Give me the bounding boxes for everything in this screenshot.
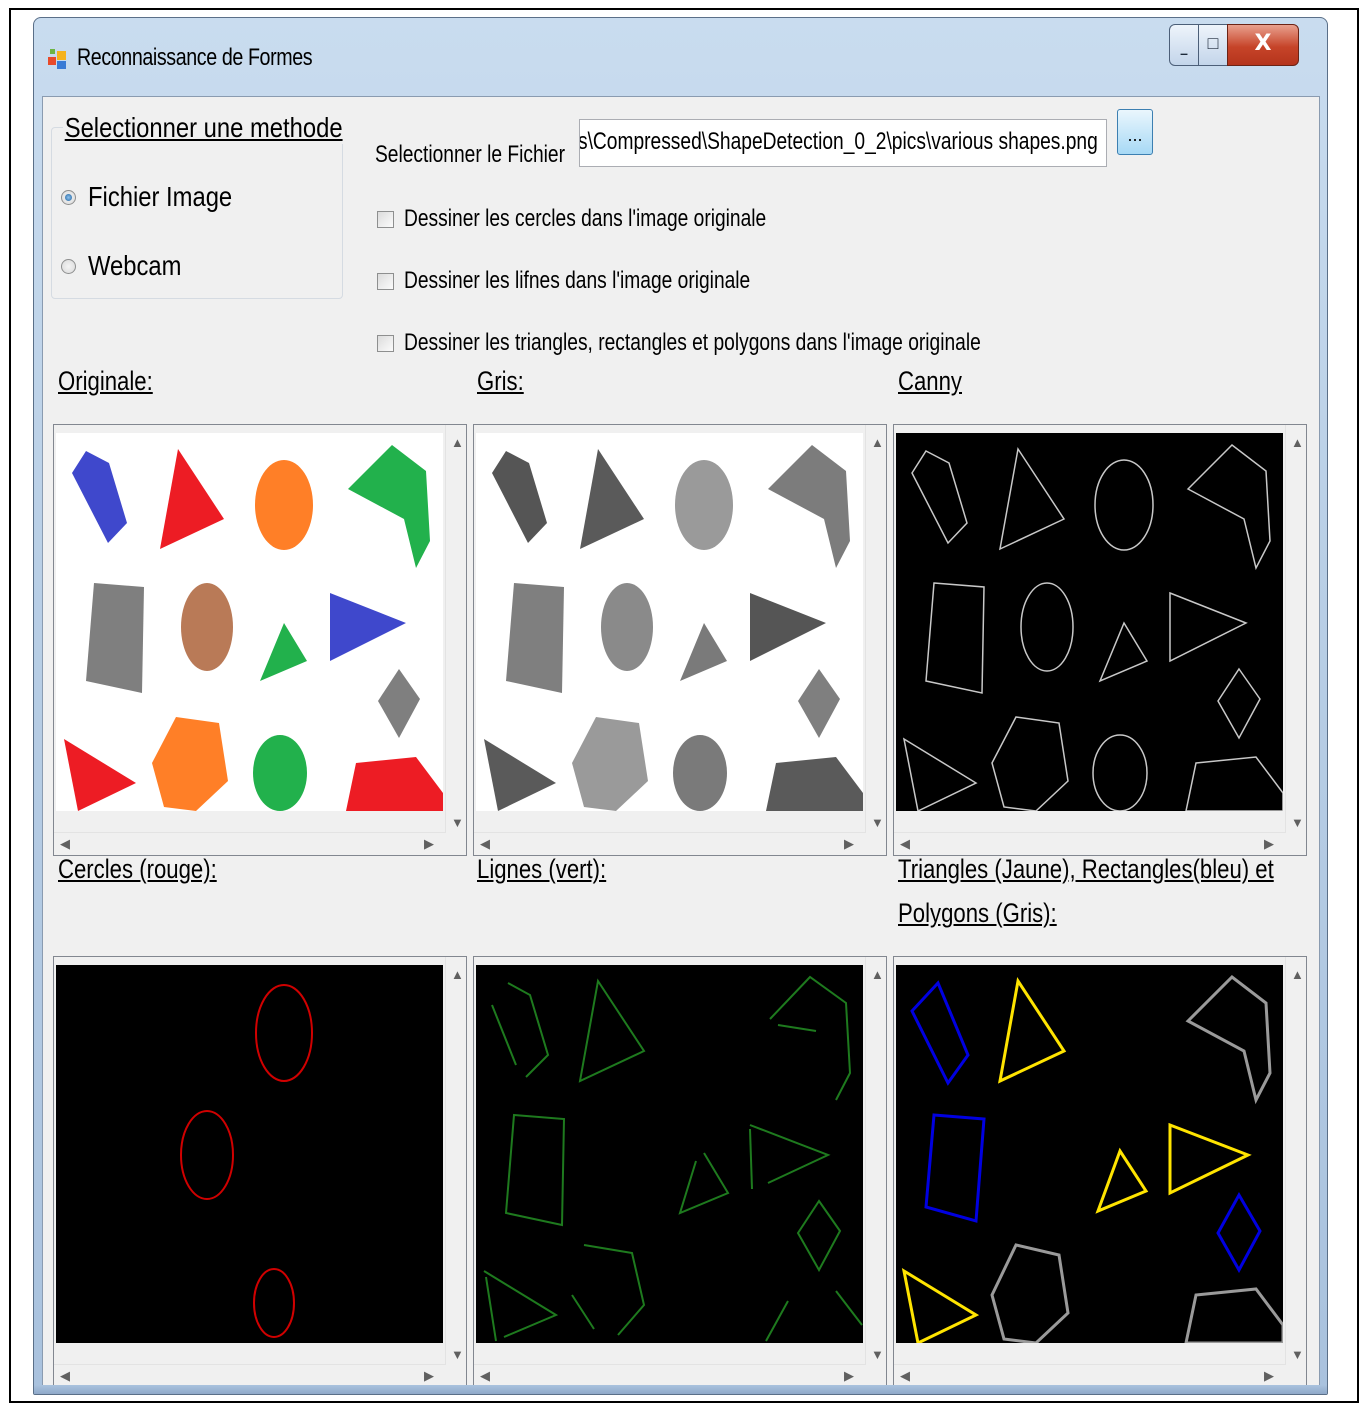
checkbox-label: Dessiner les cercles dans l'image origin…: [404, 205, 767, 232]
scroll-corner: [1286, 833, 1306, 855]
file-label: Selectionner le Fichier: [375, 141, 565, 168]
method-group-title: Selectionner une methode: [63, 112, 345, 144]
file-path-value: ıloads\Compressed\ShapeDetection_0_2\pic…: [579, 128, 1098, 155]
minimize-icon: –: [1180, 45, 1188, 61]
scroll-down-icon[interactable]: ▼: [1291, 1347, 1304, 1362]
radio-unselected-icon[interactable]: [61, 258, 76, 274]
maximize-icon: □: [1207, 33, 1219, 53]
circles-image: [56, 965, 443, 1343]
title-bar[interactable]: Reconnaissance de Formes – □ X: [34, 18, 1327, 96]
scroll-up-icon[interactable]: ▲: [1291, 967, 1304, 982]
image-pane-shapes[interactable]: ▲ ▼ ◀ ▶: [893, 956, 1307, 1388]
scroll-right-icon[interactable]: ▶: [424, 836, 434, 852]
canny-image: [896, 433, 1283, 811]
pane-title-shapes-line2: Polygons (Gris):: [898, 898, 1057, 928]
lines-image: [476, 965, 863, 1343]
option-draw-lines[interactable]: Dessiner les lifnes dans l'image origina…: [377, 267, 837, 295]
scroll-up-icon[interactable]: ▲: [451, 967, 464, 982]
horizontal-scrollbar[interactable]: ◀ ▶: [54, 832, 446, 855]
checkbox[interactable]: [377, 334, 394, 352]
minimize-button[interactable]: –: [1169, 24, 1199, 66]
file-path-input[interactable]: ıloads\Compressed\ShapeDetection_0_2\pic…: [579, 119, 1107, 167]
scroll-up-icon[interactable]: ▲: [1291, 435, 1304, 450]
scroll-left-icon[interactable]: ◀: [480, 1368, 490, 1384]
original-image: [56, 433, 443, 811]
image-pane-canny[interactable]: ▲ ▼ ◀ ▶: [893, 424, 1307, 856]
image-pane-original[interactable]: ▲ ▼ ◀ ▶: [53, 424, 467, 856]
close-button[interactable]: X: [1227, 24, 1299, 66]
scroll-up-icon[interactable]: ▲: [871, 435, 884, 450]
scroll-down-icon[interactable]: ▼: [451, 1347, 464, 1362]
checkbox[interactable]: [377, 272, 394, 290]
gray-image: [476, 433, 863, 811]
pane-title-original: Originale:: [58, 366, 153, 396]
scroll-up-icon[interactable]: ▲: [451, 435, 464, 450]
vertical-scrollbar[interactable]: ▲ ▼: [445, 425, 466, 833]
scroll-left-icon[interactable]: ◀: [480, 836, 490, 852]
radio-label: Webcam: [88, 250, 182, 281]
horizontal-scrollbar[interactable]: ◀ ▶: [54, 1364, 446, 1387]
checkbox[interactable]: [377, 210, 394, 228]
option-draw-circles[interactable]: Dessiner les cercles dans l'image origin…: [377, 205, 857, 233]
radio-webcam[interactable]: Webcam: [61, 250, 198, 282]
horizontal-scrollbar[interactable]: ◀ ▶: [474, 1364, 866, 1387]
scroll-corner: [866, 833, 886, 855]
scroll-up-icon[interactable]: ▲: [871, 967, 884, 982]
image-pane-lines[interactable]: ▲ ▼ ◀ ▶: [473, 956, 887, 1388]
radio-selected-icon[interactable]: [61, 189, 76, 205]
radio-fichier-image[interactable]: Fichier Image: [61, 181, 258, 213]
app-icon: [48, 49, 66, 69]
scroll-corner: [446, 833, 466, 855]
shapes-image: [896, 965, 1283, 1343]
scroll-down-icon[interactable]: ▼: [871, 815, 884, 830]
horizontal-scrollbar[interactable]: ◀ ▶: [474, 832, 866, 855]
browse-button[interactable]: ...: [1117, 109, 1153, 155]
scroll-right-icon[interactable]: ▶: [424, 1368, 434, 1384]
vertical-scrollbar[interactable]: ▲ ▼: [445, 957, 466, 1365]
scroll-corner: [446, 1365, 466, 1387]
scroll-right-icon[interactable]: ▶: [1264, 836, 1274, 852]
window-title: Reconnaissance de Formes: [77, 44, 313, 71]
horizontal-scrollbar[interactable]: ◀ ▶: [894, 832, 1286, 855]
radio-label: Fichier Image: [88, 181, 233, 212]
vertical-scrollbar[interactable]: ▲ ▼: [1285, 425, 1306, 833]
scroll-right-icon[interactable]: ▶: [844, 1368, 854, 1384]
window-bottom-border: [34, 1385, 1327, 1394]
image-pane-circles[interactable]: ▲ ▼ ◀ ▶: [53, 956, 467, 1388]
maximize-button[interactable]: □: [1198, 24, 1228, 66]
vertical-scrollbar[interactable]: ▲ ▼: [1285, 957, 1306, 1365]
scroll-left-icon[interactable]: ◀: [900, 836, 910, 852]
scroll-down-icon[interactable]: ▼: [871, 1347, 884, 1362]
vertical-scrollbar[interactable]: ▲ ▼: [865, 425, 886, 833]
scroll-corner: [1286, 1365, 1306, 1387]
scroll-left-icon[interactable]: ◀: [900, 1368, 910, 1384]
scroll-right-icon[interactable]: ▶: [1264, 1368, 1274, 1384]
checkbox-label: Dessiner les lifnes dans l'image origina…: [404, 267, 751, 294]
horizontal-scrollbar[interactable]: ◀ ▶: [894, 1364, 1286, 1387]
image-pane-gray[interactable]: ▲ ▼ ◀ ▶: [473, 424, 887, 856]
scroll-down-icon[interactable]: ▼: [451, 815, 464, 830]
option-draw-polygons[interactable]: Dessiner les triangles, rectangles et po…: [377, 329, 1125, 357]
checkbox-label: Dessiner les triangles, rectangles et po…: [404, 329, 981, 356]
pane-title-gray: Gris:: [477, 366, 524, 396]
vertical-scrollbar[interactable]: ▲ ▼: [865, 957, 886, 1365]
scroll-corner: [866, 1365, 886, 1387]
scroll-left-icon[interactable]: ◀: [60, 1368, 70, 1384]
scroll-left-icon[interactable]: ◀: [60, 836, 70, 852]
app-window: Reconnaissance de Formes – □ X Selection…: [33, 17, 1328, 1395]
client-area: Selectionner une methode Fichier Image W…: [42, 96, 1320, 1388]
scroll-right-icon[interactable]: ▶: [844, 836, 854, 852]
close-icon: X: [1254, 31, 1272, 56]
scroll-down-icon[interactable]: ▼: [1291, 815, 1304, 830]
pane-title-canny: Canny: [898, 366, 962, 396]
